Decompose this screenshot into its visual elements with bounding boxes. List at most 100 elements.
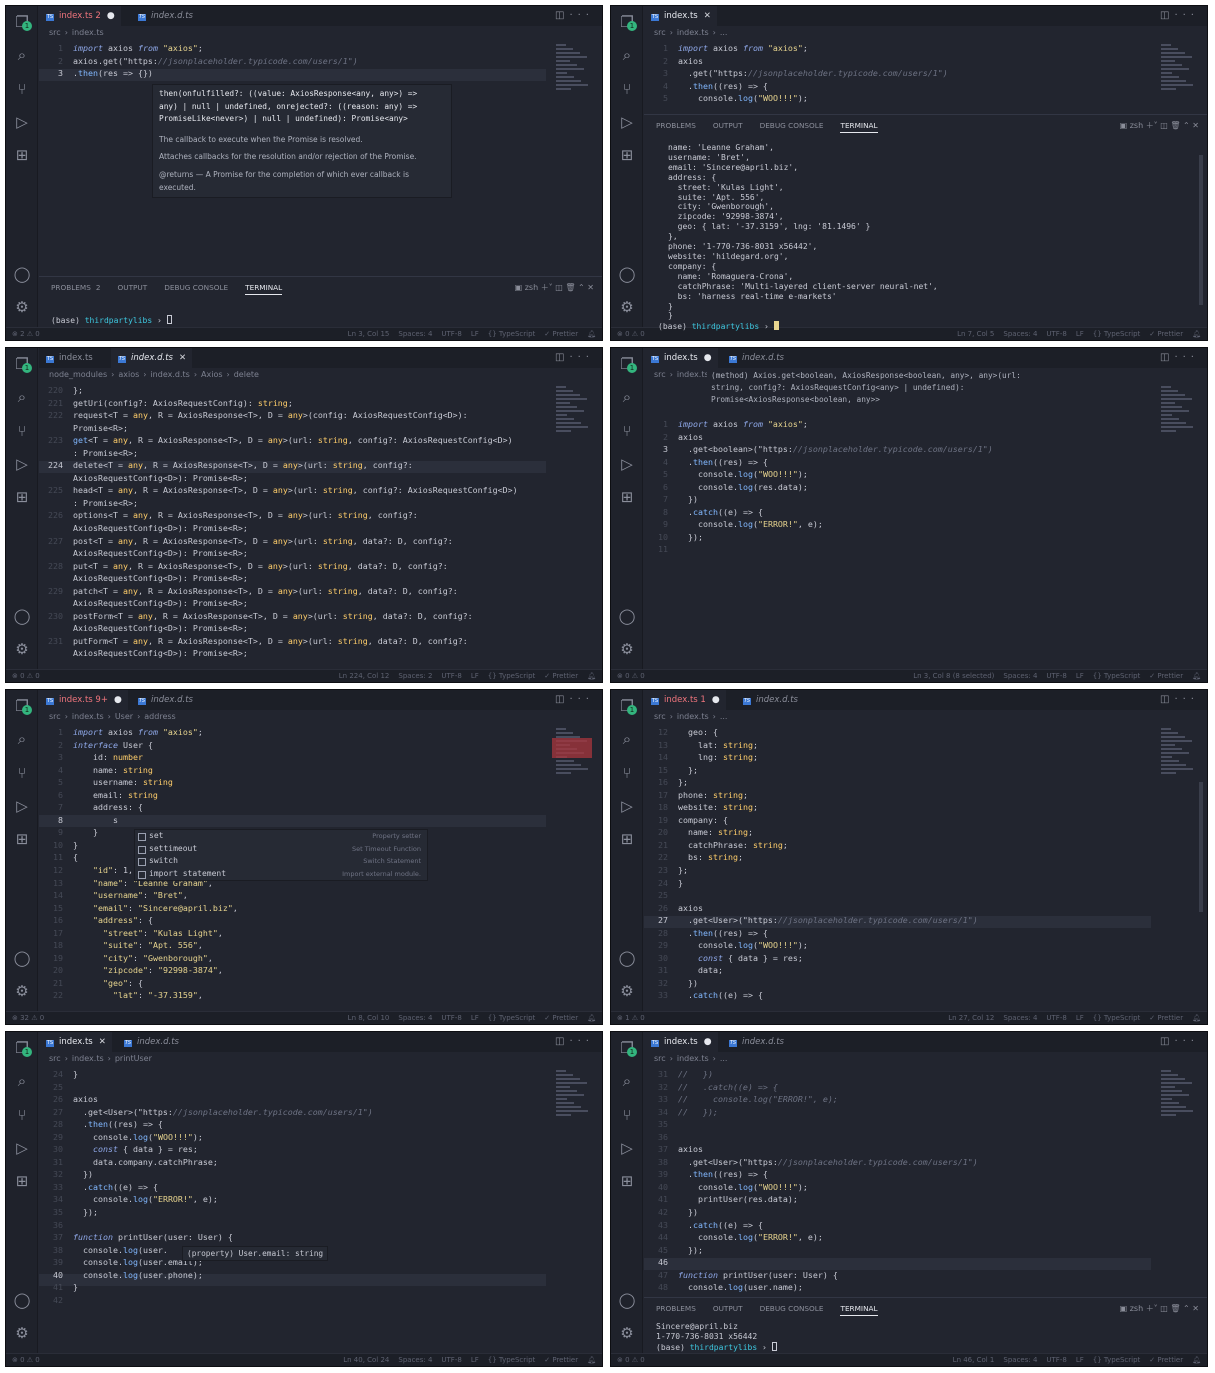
breadcrumb-item[interactable]: index.ts: [677, 712, 709, 721]
tab-index-d-ts[interactable]: TS index.d.ts: [131, 6, 199, 26]
editor-scrollbar[interactable]: [1199, 782, 1203, 912]
tab-index-ts[interactable]: TS index.ts ✕: [39, 1032, 112, 1052]
split-terminal-icon[interactable]: ◫: [1160, 121, 1168, 130]
status-item[interactable]: {} TypeScript: [488, 1014, 536, 1022]
bell-icon[interactable]: 🔔︎: [587, 330, 596, 338]
breadcrumb-item[interactable]: index.d.ts: [150, 370, 189, 379]
split-editor-icon[interactable]: ◫: [555, 1036, 569, 1047]
panel-tab[interactable]: OUTPUT: [713, 121, 743, 130]
status-item[interactable]: LF: [471, 330, 479, 338]
code-editor[interactable]: 1 import axios from "axios"; 2 axios 3 .get(…: [644, 42, 1151, 105]
add-terminal-icon[interactable]: ＋˅: [1146, 1304, 1158, 1313]
settings-gear-icon[interactable]: ⚙: [617, 640, 637, 658]
minimap[interactable]: [556, 384, 592, 444]
panel-tab[interactable]: DEBUG CONSOLE: [760, 121, 824, 130]
breadcrumb-item[interactable]: index.ts: [72, 28, 104, 37]
breadcrumb-item[interactable]: ...: [720, 1054, 728, 1063]
bell-icon[interactable]: 🔔︎: [587, 1014, 596, 1022]
breadcrumb-item[interactable]: delete: [234, 370, 259, 379]
search-icon[interactable]: ⌕: [617, 46, 637, 64]
status-item[interactable]: Spaces: 4: [1003, 330, 1037, 338]
tab-output[interactable]: OUTPUT: [117, 283, 147, 292]
status-item[interactable]: {} TypeScript: [1093, 1356, 1141, 1364]
add-terminal-icon[interactable]: ＋˅: [1146, 121, 1158, 130]
settings-gear-icon[interactable]: ⚙: [617, 982, 637, 1000]
search-icon[interactable]: ⌕: [12, 388, 32, 406]
code-editor[interactable]: 1 import axios from "axios"; 2 axios.get("h…: [39, 42, 546, 80]
close-panel-icon[interactable]: ✕: [1192, 1304, 1199, 1313]
status-item[interactable]: UTF-8: [1046, 1014, 1066, 1022]
status-item[interactable]: ✓ Prettier: [1149, 1014, 1183, 1022]
status-item[interactable]: LF: [1076, 1356, 1084, 1364]
maximize-icon[interactable]: ⌃: [578, 283, 585, 292]
status-item[interactable]: UTF-8: [441, 1356, 461, 1364]
tab-debug-console[interactable]: DEBUG CONSOLE: [164, 283, 228, 292]
source-control-icon[interactable]: ⑂: [617, 80, 637, 98]
minimap[interactable]: [1161, 726, 1197, 786]
extensions-icon[interactable]: ⊞: [617, 1172, 637, 1190]
run-debug-icon[interactable]: ▷: [12, 1139, 32, 1157]
code-editor[interactable]: 24} 25 26 axios 27 .get<User>("https://jsonp…: [39, 1068, 546, 1306]
source-control-icon[interactable]: ⑂: [12, 80, 32, 98]
panel-tab[interactable]: TERMINAL: [840, 121, 878, 133]
tab-index-ts[interactable]: TS index.ts 2 ●: [39, 6, 121, 26]
status-item[interactable]: Ln 3, Col 15: [348, 330, 390, 338]
problems-count[interactable]: ⊗ 0 ⚠ 0: [12, 1354, 40, 1366]
status-item[interactable]: ✓ Prettier: [544, 672, 578, 680]
account-icon[interactable]: ◯: [617, 949, 637, 967]
maximize-icon[interactable]: ⌃: [1183, 121, 1190, 130]
status-item[interactable]: ✓ Prettier: [1149, 672, 1183, 680]
status-item[interactable]: {} TypeScript: [1093, 1014, 1141, 1022]
terminal-scrollbar[interactable]: [1199, 155, 1203, 305]
extensions-icon[interactable]: ⊞: [617, 830, 637, 848]
breadcrumb-item[interactable]: src: [654, 1054, 666, 1063]
status-item[interactable]: LF: [1076, 672, 1084, 680]
search-icon[interactable]: ⌕: [12, 730, 32, 748]
bell-icon[interactable]: 🔔︎: [1192, 672, 1201, 680]
status-item[interactable]: LF: [1076, 330, 1084, 338]
tab-index-ts[interactable]: TS index.ts ●: [644, 348, 718, 368]
account-icon[interactable]: ◯: [12, 265, 32, 283]
minimap[interactable]: [1161, 384, 1197, 444]
source-control-icon[interactable]: ⑂: [617, 1106, 637, 1124]
breadcrumb-item[interactable]: ...: [720, 712, 728, 721]
breadcrumb-item[interactable]: src: [654, 370, 666, 379]
status-item[interactable]: Ln 27, Col 12: [948, 1014, 994, 1022]
settings-gear-icon[interactable]: ⚙: [617, 1324, 637, 1342]
run-debug-icon[interactable]: ▷: [617, 1139, 637, 1157]
tab-index-ts[interactable]: TS index.ts ✕: [644, 6, 717, 26]
status-item[interactable]: LF: [471, 1014, 479, 1022]
trash-icon[interactable]: 🗑︎: [1170, 1304, 1180, 1313]
split-editor-icon[interactable]: ◫: [555, 10, 569, 21]
account-icon[interactable]: ◯: [617, 607, 637, 625]
run-debug-icon[interactable]: ▷: [617, 797, 637, 815]
breadcrumb-item[interactable]: index.ts: [677, 1054, 709, 1063]
suggestion-item[interactable]: set Property setter: [135, 830, 427, 843]
status-item[interactable]: ✓ Prettier: [1149, 330, 1183, 338]
status-item[interactable]: Spaces: 4: [398, 1014, 432, 1022]
close-icon[interactable]: ✕: [704, 11, 711, 21]
extensions-icon[interactable]: ⊞: [617, 146, 637, 164]
close-icon[interactable]: ✕: [99, 1037, 106, 1047]
add-terminal-icon[interactable]: ＋˅: [541, 283, 553, 292]
settings-gear-icon[interactable]: ⚙: [12, 640, 32, 658]
account-icon[interactable]: ◯: [12, 1291, 32, 1309]
settings-gear-icon[interactable]: ⚙: [12, 982, 32, 1000]
status-item[interactable]: UTF-8: [1046, 1356, 1066, 1364]
tab-index-ts[interactable]: TS index.ts 1 ●: [644, 690, 726, 710]
code-editor[interactable]: 12 geo: {13 lat: string; 14 lng: string; 1…: [644, 726, 1151, 1002]
more-actions-icon[interactable]: ···: [569, 694, 594, 705]
status-item[interactable]: Spaces: 4: [1003, 1014, 1037, 1022]
close-icon[interactable]: ✕: [179, 353, 186, 363]
problems-count[interactable]: ⊗ 1 ⚠ 0: [617, 1012, 645, 1024]
status-item[interactable]: UTF-8: [1046, 672, 1066, 680]
source-control-icon[interactable]: ⑂: [12, 422, 32, 440]
more-actions-icon[interactable]: ···: [1174, 352, 1199, 363]
breadcrumb-item[interactable]: ...: [720, 28, 728, 37]
status-item[interactable]: Spaces: 2: [398, 672, 432, 680]
breadcrumb-item[interactable]: User: [115, 712, 133, 721]
status-item[interactable]: UTF-8: [441, 672, 461, 680]
breadcrumb-item[interactable]: src: [49, 28, 61, 37]
source-control-icon[interactable]: ⑂: [617, 764, 637, 782]
tab-index-d-ts[interactable]: TS index.d.ts: [131, 690, 199, 710]
